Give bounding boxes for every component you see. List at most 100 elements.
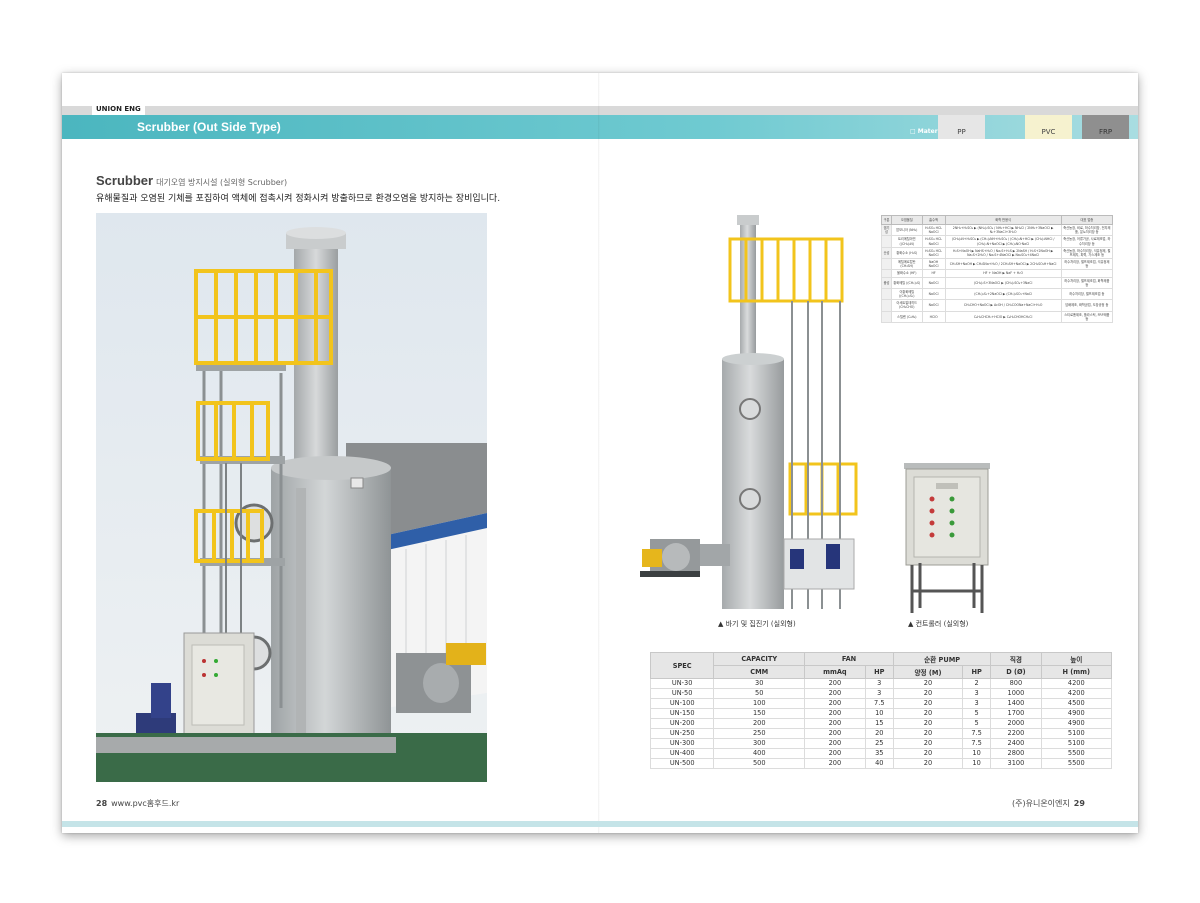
spec-header-pump: 순환 PUMP (892, 652, 992, 666)
chem-cell-absorbent: NaOCl (921, 276, 946, 289)
spec-sub-header: 양정 (M) (892, 665, 963, 679)
chem-cell-category: 중성 (881, 276, 892, 289)
chem-row: 스틸렌 (C₈H₈) HClO C₆H₅CHCH₂+HClO ▶ C₆H₅CHOHC… (881, 310, 1114, 323)
chem-cell-industry: 축산농장, 어류가공, 사료제조업, 하수처리장 등 (1060, 235, 1114, 248)
description: 유해물질과 오염된 기체를 포집하여 액체에 접촉시켜 정화시켜 방출하므로 환… (96, 194, 501, 204)
spec-cell: 100 (713, 698, 806, 709)
spec-cell: 5 (961, 708, 992, 719)
spec-cell: 10 (961, 758, 992, 769)
footer-right: (주)유니온이엔지 29 (1012, 798, 1085, 809)
spec-table: SPEC CAPACITY FAN 순환 PUMP 직경 높이 CMM mmAq… (649, 652, 1113, 769)
chem-header: 구분 (881, 214, 892, 226)
chem-cell-category (881, 299, 892, 312)
scrubber-outdoor-photo (96, 213, 487, 782)
spec-sub-header: HP (864, 665, 894, 679)
chem-cell-absorbent: NaOCl (921, 299, 946, 312)
spec-cell: 10 (864, 708, 894, 719)
spec-cell: 20 (892, 738, 963, 749)
spec-cell: 3 (961, 698, 992, 709)
chem-cell-category (881, 258, 892, 271)
spec-cell-model: UN-200 (649, 718, 715, 729)
spec-cell: 20 (892, 758, 963, 769)
company-name: (주)유니온이엔지 (1012, 799, 1070, 808)
spec-cell: 5100 (1040, 738, 1113, 749)
spec-cell: 200 (804, 728, 866, 739)
brand-label: UNION ENG (92, 104, 145, 115)
spec-row: UN-250 250 200 20 20 7.5 2200 5100 (649, 728, 1113, 739)
spec-row: UN-300 300 200 25 20 7.5 2400 5100 (649, 738, 1113, 749)
page-title: Scrubber (Out Side Type) (137, 120, 281, 134)
spec-cell: 2200 (990, 728, 1042, 739)
chem-cell-pollutant: 암모니아 (NH₃) (891, 224, 923, 237)
chem-cell-pollutant: 메틸메르캅탄 (CH₃SH) (891, 258, 923, 271)
spec-cell-model: UN-250 (649, 728, 715, 739)
chem-row: 이황화메틸 ((CH₃)₂S₂) NaOCl (CH₃)₂S₂+2NaOCl ▶ (… (881, 287, 1114, 301)
footer-left: 28 www.pvc홈후드.kr (96, 798, 179, 809)
spec-cell: 4900 (1040, 708, 1113, 719)
chem-header: 흡수액 (921, 214, 946, 226)
spec-row: UN-100 100 200 7.5 20 3 1400 4500 (649, 698, 1113, 709)
chem-cell-reaction: (CH₃)₂S+3NaOCl ▶ (CH₃)₂SO₄+3NaCl (944, 276, 1062, 289)
chem-cell-industry (1060, 269, 1114, 278)
spec-cell: 150 (713, 708, 806, 719)
caption-control-panel: ▲ 컨트롤러 (실외형) (908, 620, 969, 628)
chem-cell-category (881, 235, 892, 248)
chem-cell-pollutant: 황화수소 (H₂S) (891, 246, 923, 260)
chem-cell-reaction: (CH₃)₂S₂+2NaOCl ▶ (CH₃)₂SO₂+NaCl (944, 287, 1062, 301)
spec-cell: 30 (713, 678, 806, 689)
spec-cell: 300 (713, 738, 806, 749)
page-gutter (598, 73, 600, 833)
spec-cell: 3 (864, 688, 894, 699)
spec-cell: 7.5 (864, 698, 894, 709)
chem-cell-pollutant: 불화수소 (HF) (891, 269, 923, 278)
spec-cell: 3 (864, 678, 894, 689)
bottom-strip (62, 821, 1138, 827)
spec-group-header-row: SPEC CAPACITY FAN 순환 PUMP 직경 높이 (649, 652, 1113, 679)
chem-cell-absorbent: H₂SO₄ HCL NaOCl (921, 246, 946, 260)
spec-cell: 4900 (1040, 718, 1113, 729)
chem-cell-industry: 하수처리장, 펄프제조업 등 (1060, 287, 1114, 301)
spec-cell: 50 (713, 688, 806, 699)
spec-cell: 1400 (990, 698, 1042, 709)
chem-row: 메틸메르캅탄 (CH₃SH) NaOH NaOCl CH₃SH+NaOH ▶ CH₃… (881, 258, 1114, 271)
chem-row: 염기성 암모니아 (NH₃) H₂SO₄ HCL NaOCl 2NH₃+H₂SO₄ ▶… (881, 224, 1114, 237)
spec-cell: 2000 (990, 718, 1042, 729)
spec-cell: 5100 (1040, 728, 1113, 739)
material-tab-pp: PP (938, 115, 985, 139)
spec-row: UN-400 400 200 35 20 10 2800 5500 (649, 748, 1113, 759)
section-heading: Scrubber 대기오염 방지시설 (실외형 Scrubber) (96, 170, 287, 189)
chem-cell-reaction: H₂S+NaOH ▶ NaHS+H₂O / Na₂S+H₂S ▶ 2NaSH /… (944, 246, 1062, 260)
spec-sub-header: H (mm) (1040, 665, 1113, 679)
spec-row: UN-30 30 200 3 20 2 800 4200 (649, 678, 1113, 689)
spec-cell: 200 (713, 718, 806, 729)
spec-cell: 3 (961, 688, 992, 699)
page-number-left: 28 (96, 799, 108, 808)
chem-cell-reaction: CH₃SH+NaOH ▶ CH₃SNa+H₂O / 2CH₃SH+NaOCl ▶… (944, 258, 1062, 271)
spec-cell: 4200 (1040, 678, 1113, 689)
chem-cell-pollutant: 스틸렌 (C₈H₈) (891, 310, 923, 323)
chemical-reaction-table: 구분 오염물질 흡수액 화학 반응식 대표 업종 염기성 암모니아 (NH₃) H₂… (881, 214, 1114, 323)
spec-header-fan: FAN (804, 652, 894, 666)
spec-cell: 10 (961, 748, 992, 759)
chem-cell-absorbent: NaOH NaOCl (921, 258, 946, 271)
spec-cell: 200 (804, 738, 866, 749)
chem-row: 산성 황화수소 (H₂S) H₂SO₄ HCL NaOCl H₂S+NaOH ▶ Na… (881, 246, 1114, 260)
brochure-spread: UNION ENG Scrubber (Out Side Type) □ Mat… (62, 73, 1138, 833)
chem-cell-industry: 스티로폼제조, 플라스틱, FRP제품 등 (1060, 310, 1114, 323)
chem-cell-pollutant: 이황화메틸 ((CH₃)₂S₂) (891, 287, 923, 301)
spec-cell: 200 (804, 708, 866, 719)
chem-cell-pollutant: 황화메틸 ((CH₃)₂S) (891, 276, 923, 289)
spec-cell: 20 (892, 678, 963, 689)
chem-row: 트리메틸아민 ((CH₃)₃N) H₂SO₄ HCL NaOCl (CH₃)₃N+H… (881, 235, 1114, 248)
spec-cell: 250 (713, 728, 806, 739)
spec-cell: 4200 (1040, 688, 1113, 699)
spec-cell: 3100 (990, 758, 1042, 769)
chem-header-row: 구분 오염물질 흡수액 화학 반응식 대표 업종 (881, 214, 1114, 226)
chem-cell-category (881, 269, 892, 278)
chem-header: 대표 업종 (1060, 214, 1114, 226)
spec-cell: 20 (892, 718, 963, 729)
spec-cell: 5500 (1040, 758, 1113, 769)
chem-cell-reaction: 2NH₃+H₂SO₄ ▶ (NH₄)₂SO₄ / NH₃+HCl ▶ NH₄Cl… (944, 224, 1062, 237)
chem-cell-category (881, 287, 892, 301)
spec-row: UN-500 500 200 40 20 10 3100 5500 (649, 758, 1113, 769)
